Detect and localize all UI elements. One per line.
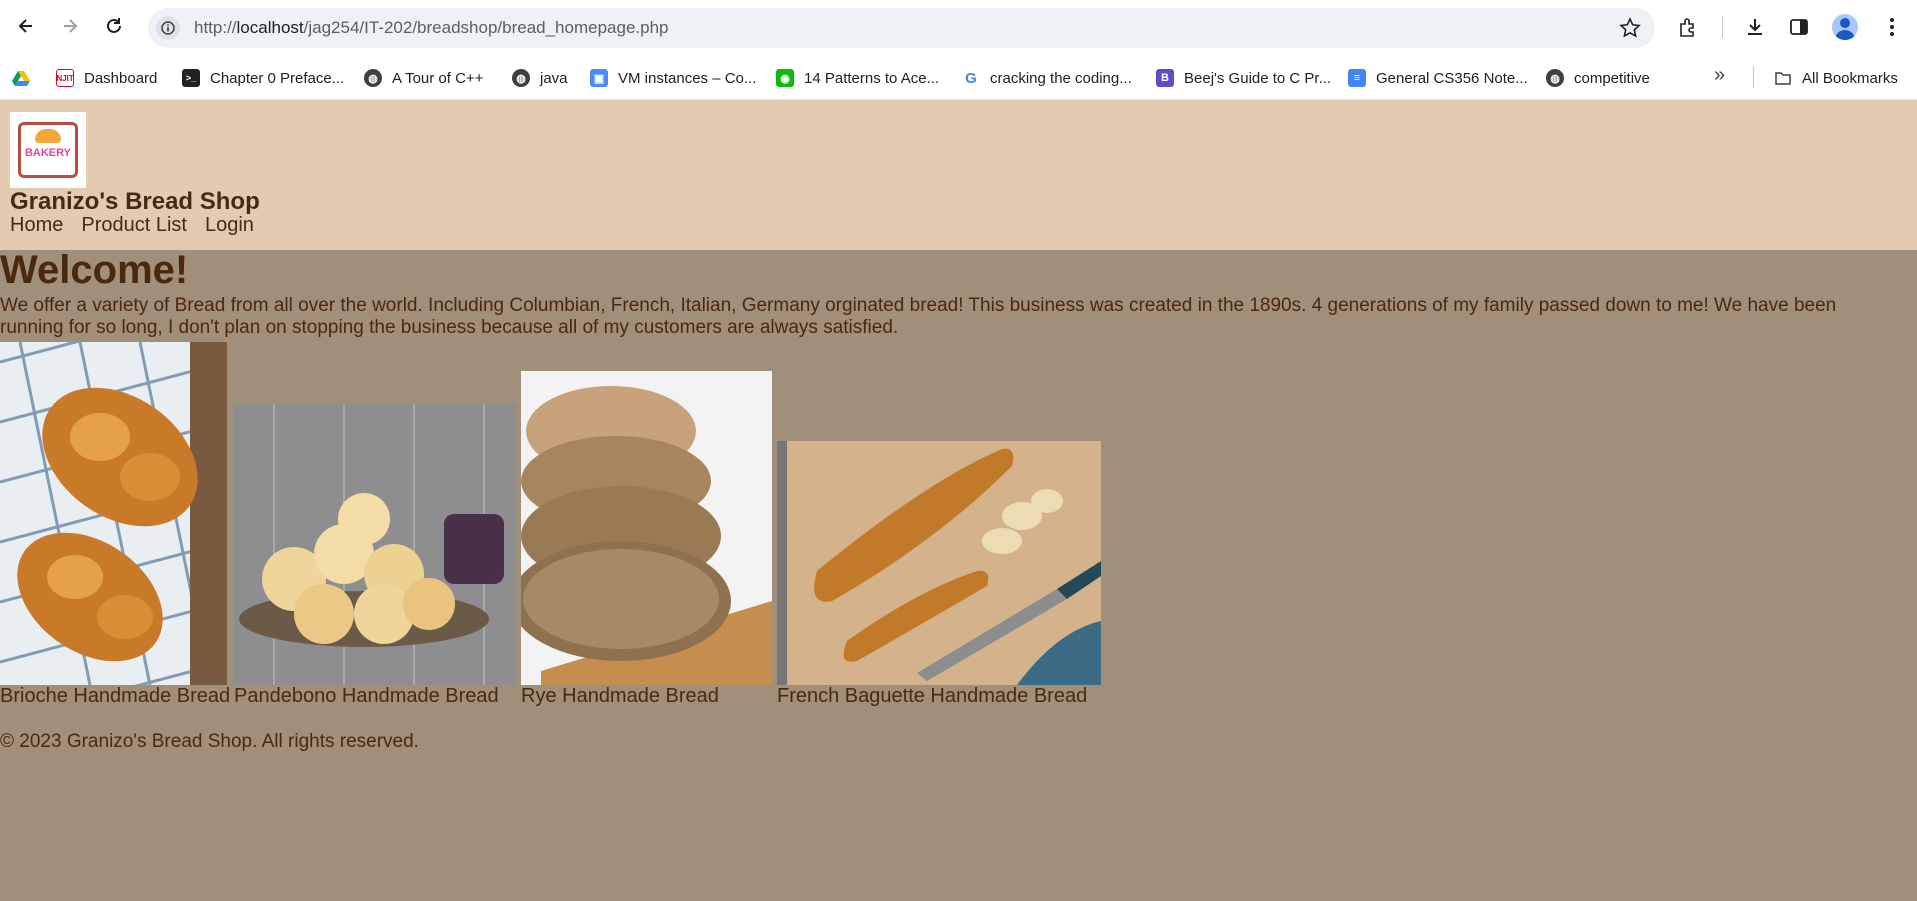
back-arrow-icon xyxy=(18,19,32,33)
all-bookmarks-button[interactable]: All Bookmarks xyxy=(1774,65,1898,91)
nav-link-product-list[interactable]: Product List xyxy=(81,214,187,237)
brioche-image xyxy=(0,300,228,724)
profile-avatar-icon[interactable] xyxy=(1832,14,1858,40)
site-header: BAKERY xyxy=(0,100,1917,250)
reload-icon xyxy=(107,18,121,33)
njit-icon: NJIT xyxy=(56,69,74,87)
bookmark-item[interactable]: >_ Chapter 0 Preface... xyxy=(182,65,344,91)
back-button[interactable] xyxy=(14,14,38,38)
side-panel-icon[interactable] xyxy=(1787,15,1811,39)
google-drive-icon xyxy=(12,71,30,86)
footer-copyright: © 2023 Granizo's Bread Shop. All rights … xyxy=(0,731,419,752)
globe-icon: ◍ xyxy=(512,69,530,87)
bookmark-item[interactable]: ◉ 14 Patterns to Ace... xyxy=(776,65,939,91)
menu-kebab-icon[interactable] xyxy=(1880,15,1904,39)
address-bar[interactable]: http://localhost/jag254/IT-202/breadshop… xyxy=(148,8,1655,48)
rye-bread-image xyxy=(511,371,772,685)
product-caption: Pandebono Handmade Bread xyxy=(234,685,499,707)
french-baguette-image xyxy=(777,441,1101,685)
product-caption: Brioche Handmade Bread xyxy=(0,685,231,707)
site-nav: Home Product List Login xyxy=(10,214,254,237)
bookmark-item[interactable]: ◍ competitive xyxy=(1546,65,1650,91)
intro-paragraph: We offer a variety of Bread from all ove… xyxy=(0,295,1837,338)
terminal-icon: >_ xyxy=(182,69,200,87)
bookmark-item[interactable]: ≡ General CS356 Note... xyxy=(1348,65,1528,91)
bookmark-item[interactable] xyxy=(12,65,40,91)
url-text: http://localhost/jag254/IT-202/breadshop… xyxy=(194,18,669,37)
folder-icon xyxy=(1775,72,1791,85)
bookmark-item[interactable]: NJIT Dashboard xyxy=(56,65,157,91)
forward-arrow-icon xyxy=(64,19,78,33)
bookmark-item[interactable]: ◍ java xyxy=(512,65,568,91)
cloud-compute-icon: ▣ xyxy=(590,69,608,87)
welcome-heading: Welcome! xyxy=(0,248,189,292)
globe-icon: ◍ xyxy=(1546,69,1564,87)
download-icon[interactable] xyxy=(1743,15,1767,39)
bookmark-item[interactable]: ▣ VM instances – Co... xyxy=(590,65,756,91)
bookmark-item[interactable]: ◍ A Tour of C++ xyxy=(364,65,483,91)
product-caption: Rye Handmade Bread xyxy=(521,685,719,707)
product-caption: French Baguette Handmade Bread xyxy=(777,685,1088,707)
nav-link-login[interactable]: Login xyxy=(205,214,254,237)
pandebono-image xyxy=(234,404,516,685)
nav-link-home[interactable]: Home xyxy=(10,214,63,237)
site-info-icon[interactable] xyxy=(156,16,180,40)
google-icon: G xyxy=(962,69,980,87)
extensions-icon[interactable] xyxy=(1676,15,1700,39)
more-bookmarks-chevron-icon[interactable]: » xyxy=(1714,64,1725,87)
shop-name: Granizo's Bread Shop xyxy=(10,188,260,215)
reload-button[interactable] xyxy=(102,14,126,38)
bookmark-star-icon[interactable] xyxy=(1619,17,1641,39)
bakery-logo: BAKERY xyxy=(10,112,86,188)
globe-icon: ◍ xyxy=(364,69,382,87)
beej-icon: B xyxy=(1156,69,1174,87)
docs-icon: ≡ xyxy=(1348,69,1366,87)
forward-button[interactable] xyxy=(58,14,82,38)
browser-toolbar: http://localhost/jag254/IT-202/breadshop… xyxy=(0,0,1917,56)
bookmark-item[interactable]: Gcracking the coding... xyxy=(962,65,1132,91)
bookmarks-bar: NJIT Dashboard >_ Chapter 0 Preface... ◍ A … xyxy=(0,56,1917,100)
bookmark-item[interactable]: B Beej's Guide to C Pr... xyxy=(1156,65,1331,91)
pattern-icon: ◉ xyxy=(776,69,794,87)
